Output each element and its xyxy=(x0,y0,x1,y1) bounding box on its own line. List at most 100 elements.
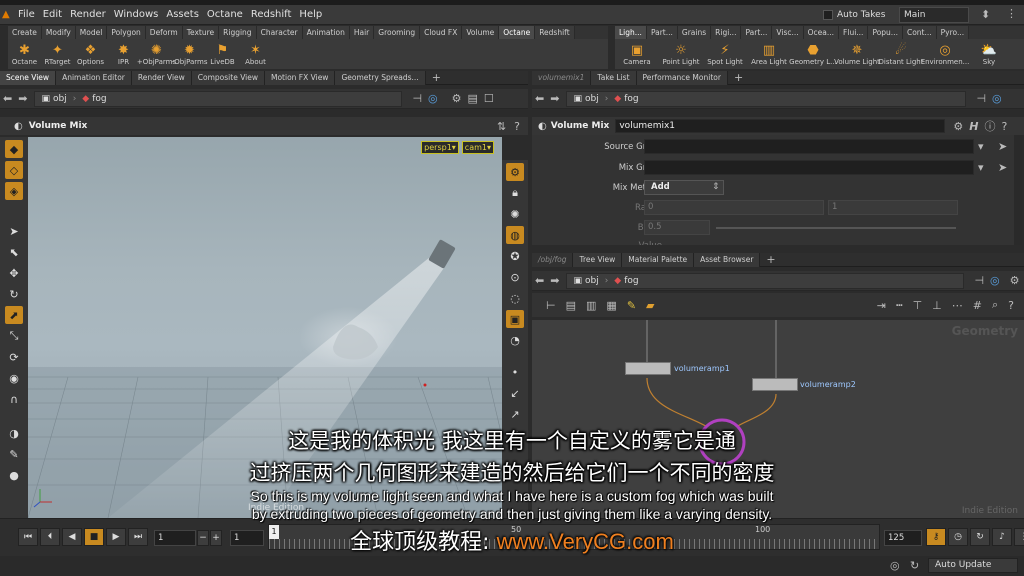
shelf-tab-shelf_right_tabs-8[interactable]: Popu... xyxy=(868,26,903,39)
layout-icon[interactable]: ┅ xyxy=(896,299,903,312)
shelf-tool-octane[interactable]: ✱ Octane xyxy=(8,41,41,67)
param-pane-tab-0[interactable]: volumemix1 xyxy=(532,70,592,85)
network-link-icon[interactable]: ◎ xyxy=(990,274,1000,287)
shelf-tool-rtarget[interactable]: ✦ RTarget xyxy=(41,41,74,67)
scene-pane-tab-4[interactable]: Motion FX View xyxy=(265,70,336,85)
select-dynamics-icon[interactable]: ◈ xyxy=(5,182,23,200)
range-min-field[interactable]: 0 xyxy=(644,200,824,215)
back-arrow-icon[interactable]: ⬅ xyxy=(0,92,15,105)
volumeramp1-node[interactable] xyxy=(625,362,671,375)
shelf-tab-shelf_left_tabs-2[interactable]: Model xyxy=(75,26,108,39)
display-toggle-icon[interactable]: ⚙ xyxy=(506,163,524,181)
shelf-tab-shelf_right_tabs-2[interactable]: Grains xyxy=(677,26,712,39)
shelf-tool-point-light[interactable]: ☼ Point Light xyxy=(659,41,703,67)
shelf-tab-shelf_left_tabs-8[interactable]: Animation xyxy=(302,26,350,39)
param-help-icon[interactable]: ? xyxy=(1001,120,1007,133)
shelf-tool-volume-light[interactable]: ✵ Volume Light xyxy=(834,41,880,67)
auto-takes-toggle[interactable]: Auto Takes xyxy=(823,5,885,25)
move-icon[interactable]: ✥ xyxy=(5,264,23,282)
network-back-arrow-icon[interactable]: ⬅ xyxy=(532,274,547,287)
shelf-tool-environment-light[interactable]: ◎ Environmen... xyxy=(921,41,970,67)
pin-icon[interactable]: ⊣ xyxy=(412,92,422,105)
network-pane-tab-add-tab-icon[interactable]: + xyxy=(766,253,775,266)
snapshot-icon[interactable]: ▤ xyxy=(468,92,478,105)
shelf-tool-sky[interactable]: ⛅ Sky xyxy=(967,41,1011,67)
param-pane-tab-add-tab-icon[interactable]: + xyxy=(734,71,743,84)
align-icon[interactable]: ⇥ xyxy=(877,299,886,312)
rotate-icon[interactable]: ↻ xyxy=(5,285,23,303)
shelf-tab-shelf_right_tabs-9[interactable]: Cont... xyxy=(902,26,937,39)
ghost-icon[interactable]: ◌ xyxy=(506,289,524,307)
display-options-icon[interactable]: ⇅ xyxy=(497,120,506,133)
shelf-tab-shelf_left_tabs-0[interactable]: Create xyxy=(8,26,42,39)
shelf-tab-shelf_right_tabs-4[interactable]: Part... xyxy=(741,26,773,39)
lock-icon[interactable]: 🔒︎ xyxy=(506,184,524,202)
cook-icon[interactable]: ◎ xyxy=(890,559,900,572)
shelf-tab-shelf_left_tabs-12[interactable]: Volume xyxy=(462,26,500,39)
network-gear-icon[interactable]: ⚙ xyxy=(1010,274,1020,287)
network-path-fog[interactable]: ◆ fog xyxy=(608,276,644,286)
shelf-tab-shelf_right_tabs-1[interactable]: Part... xyxy=(646,26,678,39)
normal-icon[interactable]: ↙ xyxy=(506,384,524,402)
param-pane-tab-1[interactable]: Take List xyxy=(591,70,637,85)
shelf-tab-shelf_left_tabs-1[interactable]: Modify xyxy=(41,26,76,39)
shelf-tab-shelf_left_tabs-9[interactable]: Hair xyxy=(349,26,375,39)
select-geometry-icon[interactable]: ◇ xyxy=(5,161,23,179)
source-group-dropdown-icon[interactable]: ▾ xyxy=(978,140,984,153)
desktop-dropdown-icon[interactable]: ⬍ xyxy=(981,8,990,21)
view-options-icon[interactable]: ⚙ xyxy=(452,92,462,105)
light-icon[interactable]: ✺ xyxy=(506,205,524,223)
link-icon[interactable]: ◎ xyxy=(428,92,438,105)
shelf-tab-shelf_left_tabs-6[interactable]: Rigging xyxy=(219,26,257,39)
camera-menu[interactable]: cam1▾ xyxy=(461,141,494,154)
scene-pane-tab-add-tab-icon[interactable]: + xyxy=(432,71,441,84)
display-flags-icon[interactable]: ⊤ xyxy=(913,299,923,312)
shelf-tab-shelf_right_tabs-5[interactable]: Visc... xyxy=(772,26,804,39)
shading-icon[interactable]: ◍ xyxy=(506,226,524,244)
desktop-select[interactable]: Main xyxy=(899,7,969,23)
param-path-fog[interactable]: ◆ fog xyxy=(608,94,644,104)
shelf-tool-geometry-light[interactable]: ⬣ Geometry L... xyxy=(789,41,837,67)
param-back-arrow-icon[interactable]: ⬅ xyxy=(532,92,547,105)
source-group-select-icon[interactable]: ➤ xyxy=(998,140,1007,153)
wire-style-icon[interactable]: ⊥ xyxy=(932,299,942,312)
view-icon[interactable]: ◉ xyxy=(5,369,23,387)
handle-icon[interactable]: ⬈ xyxy=(5,306,23,324)
shelf-tab-shelf_right_tabs-0[interactable]: Ligh... xyxy=(615,26,647,39)
shelf-tool-camera[interactable]: ▣ Camera xyxy=(615,41,659,67)
param-scrollbar[interactable] xyxy=(1014,135,1022,245)
magnet-icon[interactable]: ∩ xyxy=(5,390,23,408)
menu-help[interactable]: Help xyxy=(295,5,326,25)
desktop-menu-icon[interactable]: ⋮ xyxy=(1006,7,1017,20)
list-view-icon[interactable]: ▤ xyxy=(566,299,576,312)
wire-icon[interactable]: ⊙ xyxy=(506,268,524,286)
scene-pane-tab-3[interactable]: Composite View xyxy=(191,70,265,85)
bulb-icon[interactable]: ✪ xyxy=(506,247,524,265)
scene-pane-tab-5[interactable]: Geometry Spreads... xyxy=(335,70,426,85)
menu-file[interactable]: File xyxy=(14,5,39,25)
shelf-tool-ipr[interactable]: ✸ IPR xyxy=(107,41,140,67)
shelf-tab-shelf_left_tabs-5[interactable]: Texture xyxy=(182,26,220,39)
visibility-icon[interactable]: ◔ xyxy=(506,331,524,349)
param-pin-icon[interactable]: ⊣ xyxy=(976,92,986,105)
grid-view-icon[interactable]: ▦ xyxy=(606,299,616,312)
network-pane-tab-0[interactable]: /obj/fog xyxy=(532,252,574,267)
param-link-icon[interactable]: ◎ xyxy=(992,92,1002,105)
hscript-icon[interactable]: H xyxy=(969,120,978,133)
network-pane-tab-3[interactable]: Asset Browser xyxy=(694,252,761,267)
update-icon[interactable]: ↻ xyxy=(910,559,919,572)
note-icon[interactable]: ✎ xyxy=(627,299,636,312)
shelf-tab-shelf_left_tabs-4[interactable]: Deform xyxy=(145,26,183,39)
shelf-tab-shelf_left_tabs-13[interactable]: Octane xyxy=(499,26,536,39)
param-pane-tab-2[interactable]: Performance Monitor xyxy=(636,70,728,85)
shelf-tab-shelf_right_tabs-7[interactable]: Flui... xyxy=(839,26,869,39)
scene-pane-tab-1[interactable]: Animation Editor xyxy=(56,70,132,85)
menu-render[interactable]: Render xyxy=(66,5,110,25)
menu-octane[interactable]: Octane xyxy=(203,5,247,25)
sticky-icon[interactable]: ▰ xyxy=(646,299,654,312)
select-icon[interactable]: ⬉ xyxy=(5,243,23,261)
shelf-tab-shelf_right_tabs-6[interactable]: Ocea... xyxy=(803,26,840,39)
shelf-tool-remove-objparms[interactable]: ✹ -ObjParms xyxy=(171,41,207,67)
grid-icon[interactable]: # xyxy=(973,299,982,312)
shelf-tab-shelf_left_tabs-10[interactable]: Grooming xyxy=(374,26,421,39)
